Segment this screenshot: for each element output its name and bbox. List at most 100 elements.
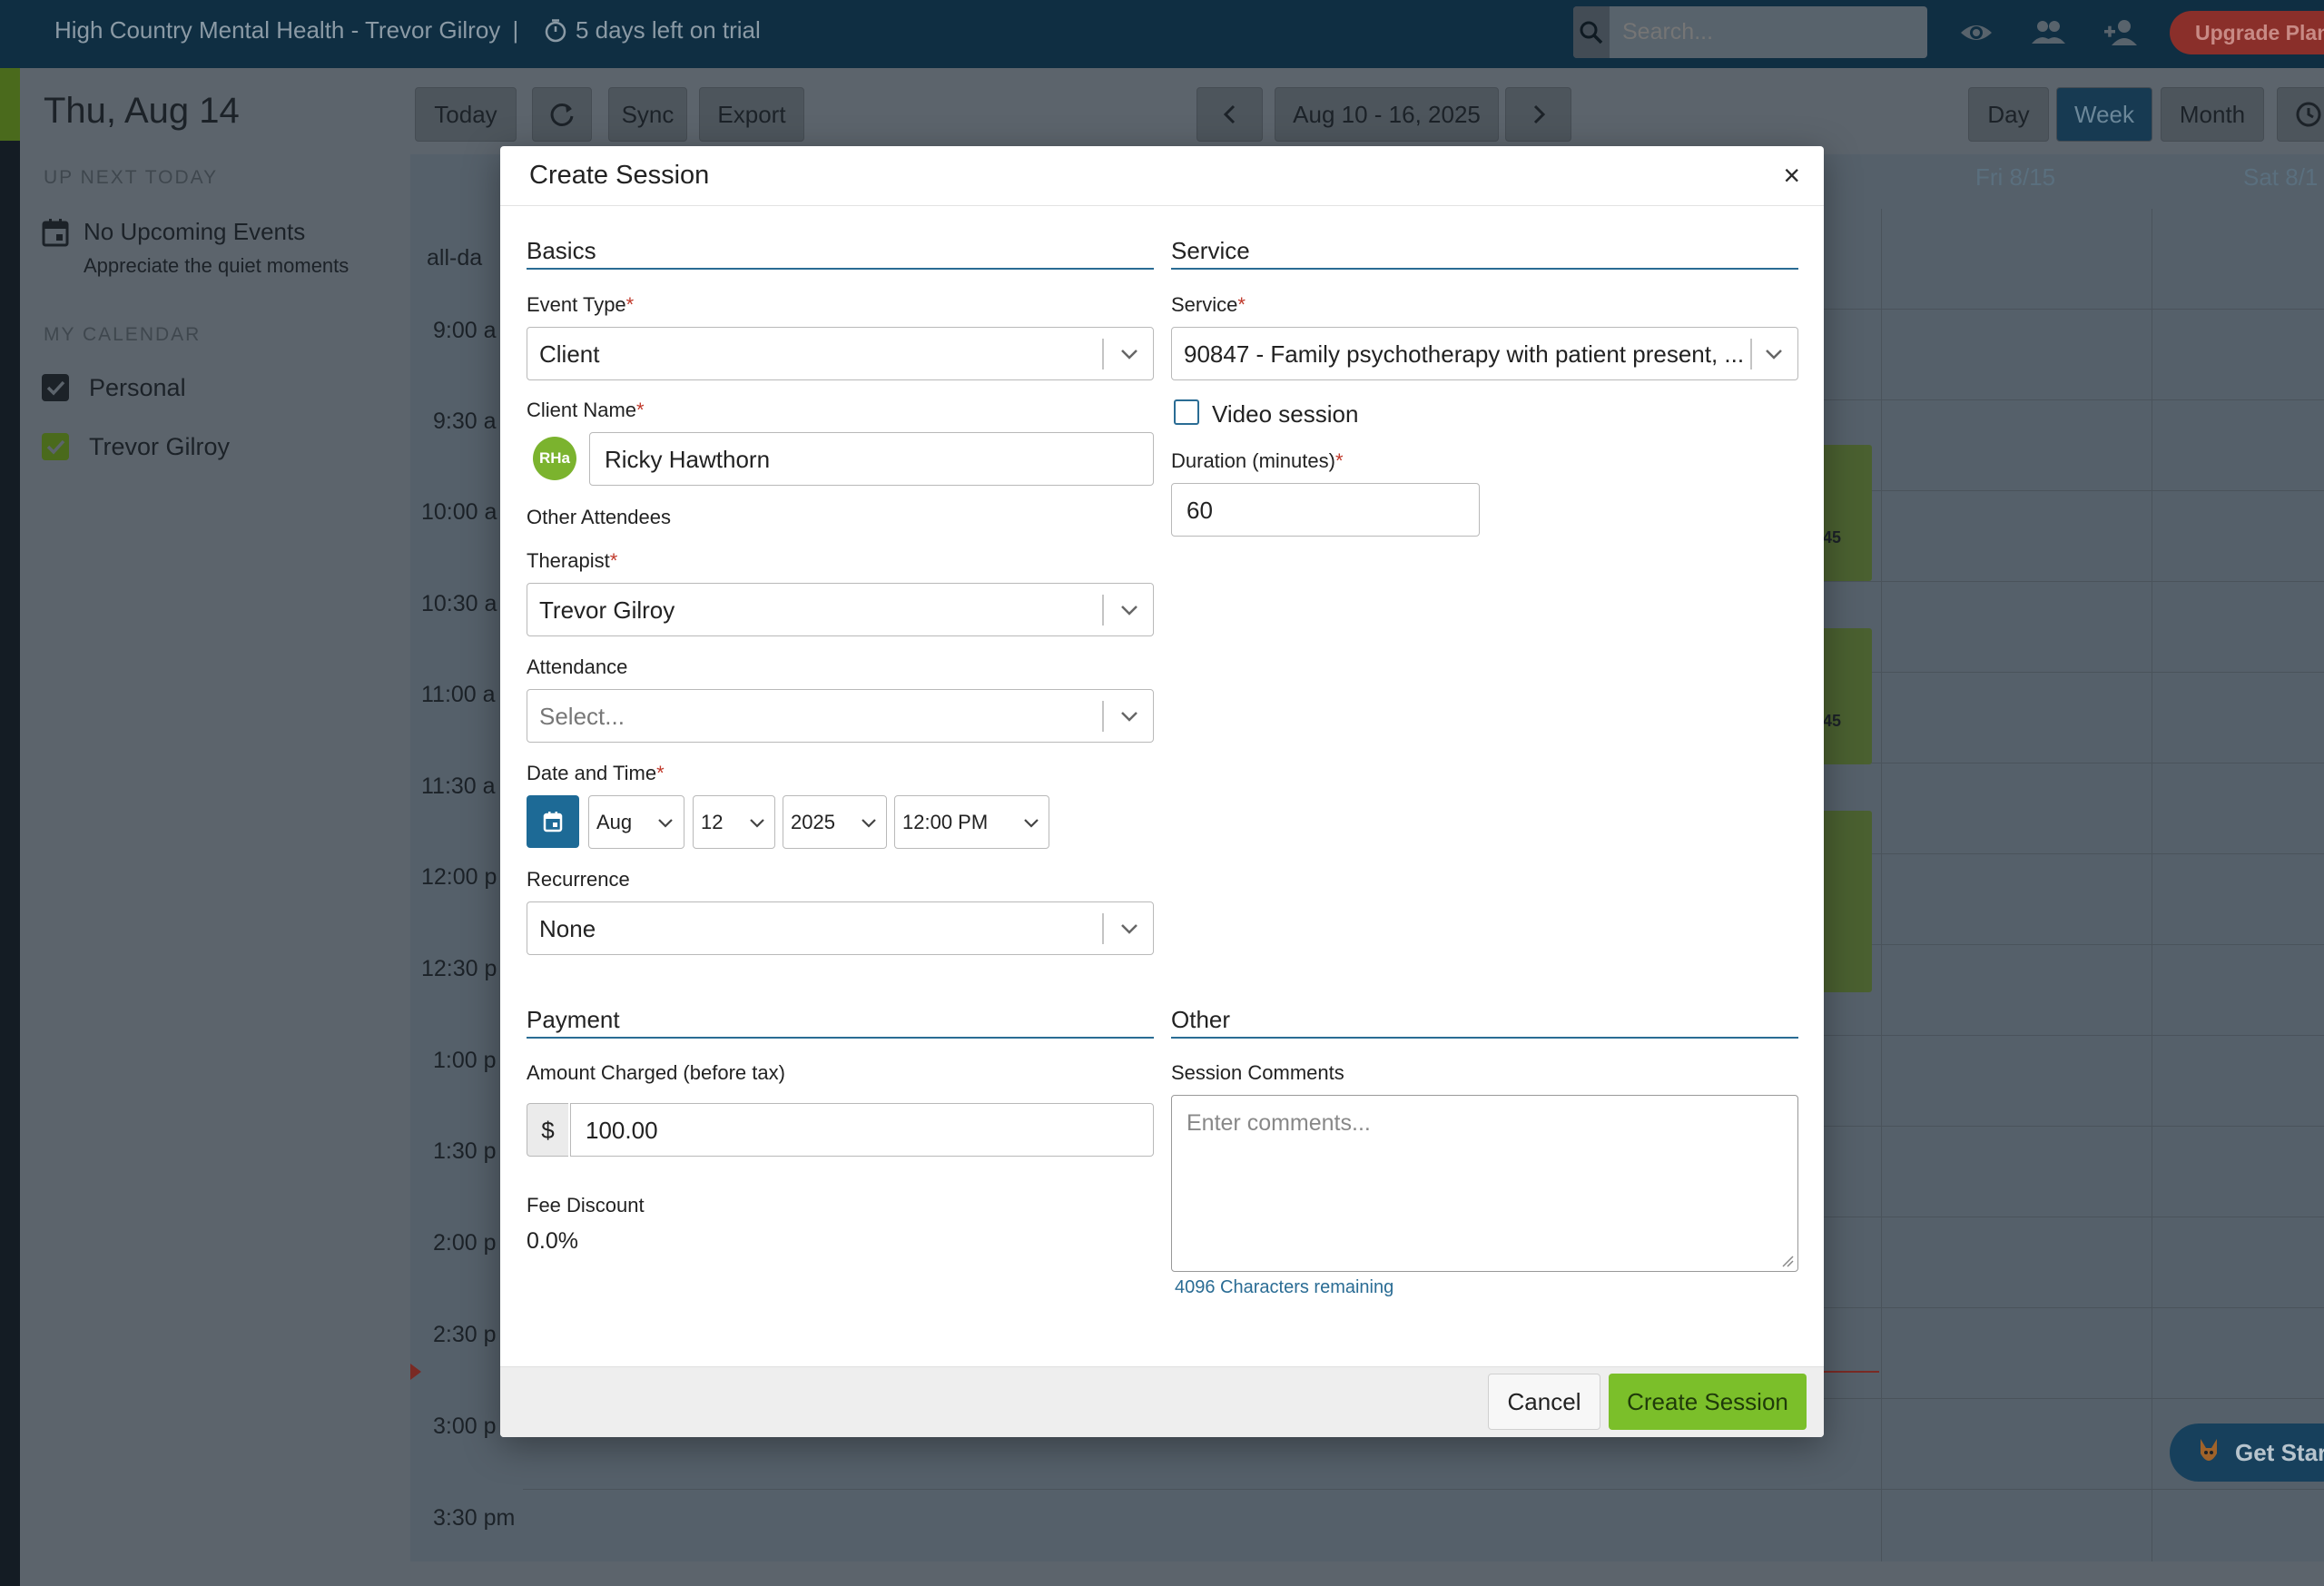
year-select[interactable]: 2025 (783, 795, 887, 849)
time-label: 1:00 p (433, 1048, 497, 1073)
get-started-widget[interactable]: Get Star (2170, 1423, 2324, 1482)
search-box[interactable] (1573, 6, 1927, 58)
trial-notice[interactable]: 5 days left on trial (545, 16, 761, 44)
session-comments-textarea[interactable]: Enter comments... (1171, 1095, 1798, 1272)
create-session-button[interactable]: Create Session (1609, 1374, 1807, 1430)
time-select[interactable]: 12:00 PM (894, 795, 1049, 849)
calendar-checkbox-personal[interactable] (42, 374, 69, 401)
event-label: 45 (1823, 528, 1842, 547)
practice-title: High Country Mental Health - Trevor Gilr… (54, 16, 501, 44)
chevron-down-icon (1119, 919, 1139, 939)
refresh-button[interactable] (532, 87, 592, 142)
day-value: 12 (701, 811, 724, 833)
other-heading: Other (1171, 1006, 1798, 1039)
chevron-down-icon (1119, 706, 1139, 726)
month-value: Aug (596, 811, 633, 833)
duration-input[interactable]: 60 (1171, 483, 1480, 537)
current-time-marker (410, 1364, 421, 1380)
amount-input[interactable]: 100.00 (570, 1103, 1154, 1157)
time-label: 9:00 a (433, 318, 497, 343)
event-type-label: Event Type* (527, 293, 635, 316)
service-select[interactable]: 90847 - Family psychotherapy with patien… (1171, 327, 1798, 380)
date-picker-button[interactable] (527, 795, 579, 848)
date-range-label[interactable]: Aug 10 - 16, 2025 (1275, 87, 1499, 142)
chevron-down-icon (656, 814, 675, 832)
quiet-moments-text: Appreciate the quiet moments (84, 254, 350, 277)
recurrence-select[interactable]: None (527, 901, 1154, 955)
recurrence-label: Recurrence (527, 868, 630, 891)
modal-title: Create Session (529, 161, 710, 190)
client-name-input[interactable]: Ricky Hawthorn (589, 432, 1154, 486)
time-label: 10:00 a (421, 499, 497, 525)
prev-week-button[interactable] (1196, 87, 1263, 142)
therapist-select[interactable]: Trevor Gilroy (527, 583, 1154, 636)
amount-charged-label: Amount Charged (before tax) (527, 1061, 785, 1084)
close-icon[interactable]: × (1783, 161, 1800, 190)
currency-addon: $ (527, 1103, 568, 1157)
group-icon[interactable] (2030, 16, 2066, 49)
chevron-down-icon (1022, 814, 1040, 832)
app-rail (0, 68, 20, 1586)
time-label: 3:00 p (433, 1414, 497, 1439)
video-session-label[interactable]: Video session (1212, 400, 1358, 429)
year-value: 2025 (791, 811, 835, 833)
calendar-name-trevor[interactable]: Trevor Gilroy (89, 433, 230, 461)
time-value: 12:00 PM (902, 811, 989, 833)
title-separator: | (512, 16, 519, 44)
view-day-button[interactable]: Day (1968, 87, 2049, 142)
client-name-label: Client Name* (527, 399, 645, 421)
next-week-button[interactable] (1505, 87, 1571, 142)
search-icon[interactable] (1573, 6, 1610, 58)
view-month-button[interactable]: Month (2161, 87, 2264, 142)
comments-placeholder: Enter comments... (1187, 1110, 1371, 1136)
time-label: 11:00 a (421, 682, 496, 707)
eye-icon[interactable] (1959, 16, 1994, 49)
chevron-left-icon (1222, 103, 1238, 125)
chevron-down-icon (748, 814, 766, 832)
view-week-button[interactable]: Week (2056, 87, 2152, 142)
session-comments-label: Session Comments (1171, 1061, 1344, 1084)
get-started-label: Get Star (2235, 1438, 2324, 1466)
calendar-icon (543, 811, 563, 832)
therapist-value: Trevor Gilroy (539, 596, 675, 624)
today-button[interactable]: Today (415, 87, 517, 142)
create-session-modal: Create Session × Basics Event Type* Clie… (500, 146, 1824, 1437)
refresh-icon (548, 101, 576, 128)
cancel-button[interactable]: Cancel (1488, 1374, 1600, 1430)
clock-button[interactable] (2277, 87, 2324, 142)
client-avatar: RHa (533, 437, 576, 480)
resize-handle-icon[interactable] (1781, 1255, 1794, 1267)
no-upcoming-events: No Upcoming Events (84, 218, 306, 245)
event-type-select[interactable]: Client (527, 327, 1154, 380)
modal-header: Create Session × (500, 146, 1824, 206)
upgrade-plan-button[interactable]: Upgrade Plan (2170, 11, 2324, 54)
event-label: 45 (1823, 712, 1842, 730)
video-session-checkbox[interactable] (1174, 399, 1199, 425)
service-label: Service* (1171, 293, 1246, 316)
calendar-icon (42, 218, 69, 247)
day-header-sat[interactable]: Sat 8/1 (2243, 163, 2318, 192)
rail-accent (0, 68, 20, 141)
time-label: 2:00 p (433, 1230, 497, 1256)
add-person-icon[interactable] (2102, 16, 2139, 49)
day-select[interactable]: 12 (693, 795, 775, 849)
trial-text: 5 days left on trial (576, 16, 761, 44)
day-header-fri[interactable]: Fri 8/15 (1975, 163, 2055, 192)
event-type-value: Client (539, 340, 600, 368)
time-label: 3:30 pm (433, 1505, 516, 1531)
my-calendar-label: MY CALENDAR (44, 324, 202, 345)
search-input[interactable] (1610, 6, 1927, 58)
chevron-right-icon (1531, 103, 1547, 125)
calendar-checkbox-trevor[interactable] (42, 433, 69, 460)
time-label: 2:30 p (433, 1322, 497, 1347)
export-button[interactable]: Export (699, 87, 804, 142)
other-attendees-label[interactable]: Other Attendees (527, 506, 671, 529)
chevron-down-icon (1764, 344, 1784, 364)
month-select[interactable]: Aug (588, 795, 684, 849)
time-label: 1:30 p (433, 1138, 497, 1164)
payment-heading: Payment (527, 1006, 1154, 1039)
calendar-name-personal[interactable]: Personal (89, 374, 186, 402)
attendance-select[interactable]: Select... (527, 689, 1154, 743)
recurrence-value: None (539, 915, 596, 942)
sync-button[interactable]: Sync (608, 87, 687, 142)
